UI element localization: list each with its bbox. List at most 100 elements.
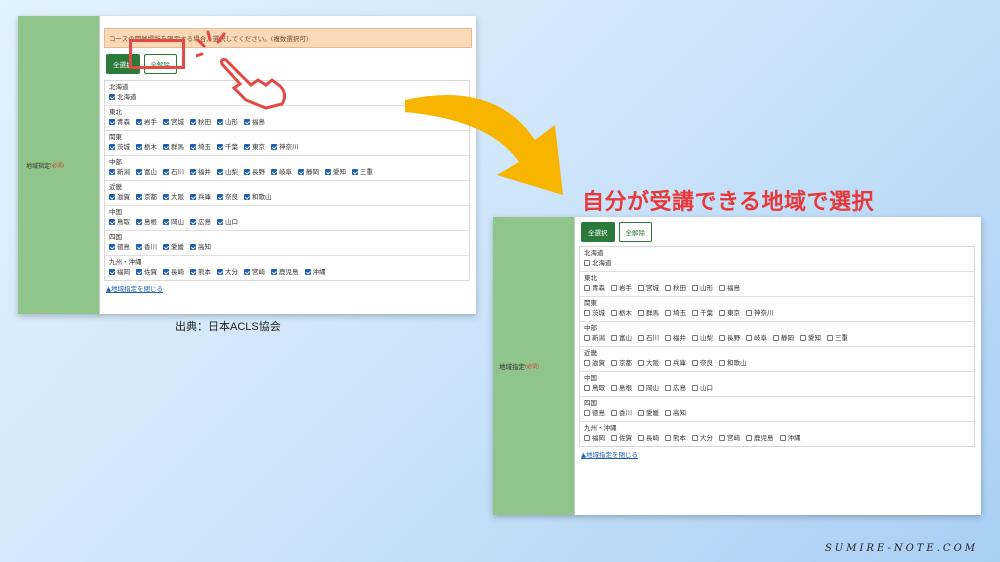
checkbox[interactable]	[611, 310, 617, 316]
prefecture-checkbox-item[interactable]: 愛媛	[638, 408, 659, 418]
prefecture-checkbox-item[interactable]: 三重	[827, 333, 848, 343]
checkbox[interactable]	[163, 244, 169, 250]
prefecture-checkbox-item[interactable]: 大阪	[638, 358, 659, 368]
checkbox[interactable]	[746, 435, 752, 441]
prefecture-checkbox-item[interactable]: 鳥取	[109, 217, 130, 227]
close-region-link[interactable]: ▲地域指定を閉じる	[579, 447, 977, 461]
checkbox[interactable]	[163, 219, 169, 225]
prefecture-checkbox-item[interactable]: 京都	[611, 358, 632, 368]
prefecture-checkbox-item[interactable]: 長崎	[638, 433, 659, 443]
prefecture-checkbox-item[interactable]: 富山	[136, 167, 157, 177]
checkbox[interactable]	[719, 335, 725, 341]
close-region-link[interactable]: ▲地域指定を閉じる	[104, 281, 472, 295]
checkbox[interactable]	[719, 360, 725, 366]
checkbox[interactable]	[692, 335, 698, 341]
prefecture-checkbox-item[interactable]: 岐阜	[746, 333, 767, 343]
checkbox[interactable]	[584, 410, 590, 416]
prefecture-checkbox-item[interactable]: 岩手	[136, 117, 157, 127]
prefecture-checkbox-item[interactable]: 山口	[692, 383, 713, 393]
checkbox[interactable]	[109, 94, 115, 100]
prefecture-checkbox-item[interactable]: 新潟	[584, 333, 605, 343]
checkbox[interactable]	[692, 310, 698, 316]
prefecture-checkbox-item[interactable]: 石川	[638, 333, 659, 343]
checkbox[interactable]	[584, 310, 590, 316]
prefecture-checkbox-item[interactable]: 茨城	[109, 142, 130, 152]
prefecture-checkbox-item[interactable]: 香川	[611, 408, 632, 418]
checkbox[interactable]	[638, 335, 644, 341]
checkbox[interactable]	[190, 219, 196, 225]
checkbox[interactable]	[665, 410, 671, 416]
checkbox[interactable]	[638, 385, 644, 391]
prefecture-checkbox-item[interactable]: 熊本	[665, 433, 686, 443]
prefecture-checkbox-item[interactable]: 長野	[719, 333, 740, 343]
prefecture-checkbox-item[interactable]: 埼玉	[190, 142, 211, 152]
checkbox[interactable]	[190, 144, 196, 150]
prefecture-checkbox-item[interactable]: 岡山	[163, 217, 184, 227]
checkbox[interactable]	[665, 335, 671, 341]
prefecture-checkbox-item[interactable]: 大分	[692, 433, 713, 443]
prefecture-checkbox-item[interactable]: 山形	[692, 283, 713, 293]
prefecture-checkbox-item[interactable]: 滋賀	[584, 358, 605, 368]
checkbox[interactable]	[136, 169, 142, 175]
checkbox[interactable]	[584, 385, 590, 391]
checkbox[interactable]	[109, 269, 115, 275]
checkbox[interactable]	[217, 169, 223, 175]
prefecture-checkbox-item[interactable]: 栃木	[136, 142, 157, 152]
prefecture-checkbox-item[interactable]: 福井	[665, 333, 686, 343]
checkbox[interactable]	[584, 360, 590, 366]
checkbox[interactable]	[136, 269, 142, 275]
checkbox[interactable]	[800, 335, 806, 341]
checkbox[interactable]	[638, 310, 644, 316]
prefecture-checkbox-item[interactable]: 神奈川	[746, 308, 774, 318]
checkbox[interactable]	[109, 219, 115, 225]
prefecture-checkbox-item[interactable]: 徳島	[109, 242, 130, 252]
checkbox[interactable]	[244, 119, 250, 125]
checkbox[interactable]	[217, 194, 223, 200]
checkbox[interactable]	[217, 144, 223, 150]
checkbox[interactable]	[244, 194, 250, 200]
prefecture-checkbox-item[interactable]: 福井	[190, 167, 211, 177]
prefecture-checkbox-item[interactable]: 長野	[244, 167, 265, 177]
checkbox[interactable]	[271, 144, 277, 150]
prefecture-checkbox-item[interactable]: 北海道	[109, 92, 137, 102]
checkbox[interactable]	[190, 169, 196, 175]
prefecture-checkbox-item[interactable]: 奈良	[217, 192, 238, 202]
prefecture-checkbox-item[interactable]: 愛知	[325, 167, 346, 177]
prefecture-checkbox-item[interactable]: 徳島	[584, 408, 605, 418]
checkbox[interactable]	[298, 169, 304, 175]
checkbox[interactable]	[665, 435, 671, 441]
checkbox[interactable]	[773, 335, 779, 341]
checkbox[interactable]	[109, 194, 115, 200]
checkbox[interactable]	[163, 194, 169, 200]
checkbox[interactable]	[584, 285, 590, 291]
checkbox[interactable]	[190, 244, 196, 250]
prefecture-checkbox-item[interactable]: 愛知	[800, 333, 821, 343]
checkbox[interactable]	[692, 435, 698, 441]
checkbox[interactable]	[244, 144, 250, 150]
checkbox[interactable]	[665, 285, 671, 291]
checkbox[interactable]	[190, 269, 196, 275]
checkbox[interactable]	[611, 435, 617, 441]
prefecture-checkbox-item[interactable]: 千葉	[217, 142, 238, 152]
checkbox[interactable]	[779, 435, 786, 441]
prefecture-checkbox-item[interactable]: 鹿児島	[271, 267, 299, 277]
checkbox[interactable]	[109, 169, 115, 175]
prefecture-checkbox-item[interactable]: 宮城	[163, 117, 184, 127]
checkbox[interactable]	[584, 260, 590, 266]
checkbox[interactable]	[584, 435, 590, 441]
prefecture-checkbox-item[interactable]: 島根	[611, 383, 632, 393]
prefecture-checkbox-item[interactable]: 香川	[136, 242, 157, 252]
checkbox[interactable]	[719, 310, 725, 316]
checkbox[interactable]	[665, 310, 671, 316]
prefecture-checkbox-item[interactable]: 福島	[244, 117, 265, 127]
checkbox[interactable]	[692, 285, 698, 291]
checkbox[interactable]	[746, 335, 752, 341]
prefecture-checkbox-item[interactable]: 福岡	[109, 267, 130, 277]
prefecture-checkbox-item[interactable]: 鳥取	[584, 383, 605, 393]
checkbox[interactable]	[163, 144, 169, 150]
prefecture-checkbox-item[interactable]: 京都	[136, 192, 157, 202]
checkbox[interactable]	[611, 335, 617, 341]
checkbox[interactable]	[611, 360, 617, 366]
checkbox[interactable]	[719, 285, 725, 291]
prefecture-checkbox-item[interactable]: 大分	[217, 267, 238, 277]
